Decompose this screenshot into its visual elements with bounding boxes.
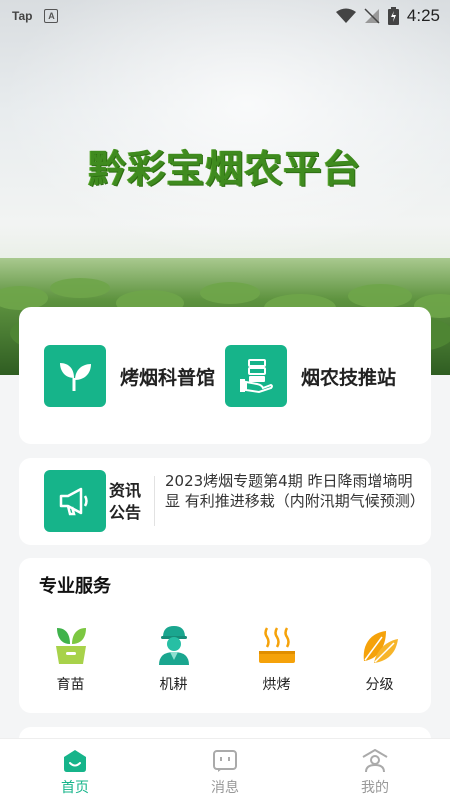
notice-label: 资讯公告 [109,481,142,522]
bottom-navigation: 首页 消息 我的 [0,738,450,801]
home-icon [64,750,86,772]
megaphone-icon [44,470,106,532]
message-icon [213,750,237,772]
status-bar: Tap A 4:25 [0,0,450,32]
tab-home[interactable]: 首页 [0,739,150,801]
service-seedling[interactable]: 育苗 [19,624,122,694]
hand-server-icon [225,345,287,407]
service-label: 分级 [365,677,394,693]
tab-messages[interactable]: 消息 [150,739,300,801]
notice-text[interactable]: 2023烤烟专题第4期 昨日降雨增墒明显 有利推进移栽（内附汛期气候预测） [165,471,425,511]
service-machine-tilling[interactable]: 机耕 [122,624,225,694]
tab-profile[interactable]: 我的 [300,739,450,801]
status-app-label: Tap [12,9,33,23]
status-time: 4:25 [406,6,440,25]
service-label: 育苗 [56,677,85,693]
feature-card: 烤烟科普馆 烟农技推站 [19,307,431,444]
heater-icon [256,624,298,666]
seedling-pot-icon [50,624,92,666]
sprout-icon [44,345,106,407]
section-title: 专业服务 [39,576,111,597]
feature-label: 烟农技推站 [301,366,397,389]
accessibility-a-icon: A [44,9,59,23]
feature-science-museum[interactable]: 烤烟科普馆 [44,345,215,407]
tab-label: 消息 [211,780,239,796]
notice-card[interactable]: 资讯公告 2023烤烟专题第4期 昨日降雨增墒明显 有利推进移栽（内附汛期气候预… [19,458,431,545]
battery-charging-icon [387,7,399,25]
platform-title: 黔彩宝烟农平台 [88,147,362,191]
services-card: 专业服务 育苗 机耕 烘烤 分级 [19,558,431,713]
leaves-icon [359,624,401,666]
profile-icon [362,749,388,773]
feature-label: 烤烟科普馆 [120,366,216,389]
wifi-icon [335,8,356,23]
tab-label: 首页 [61,780,89,796]
service-grading[interactable]: 分级 [328,624,431,694]
service-label: 机耕 [159,677,188,693]
worker-icon [153,624,195,666]
service-label: 烘烤 [262,677,291,693]
service-curing[interactable]: 烘烤 [225,624,328,694]
feature-tech-station[interactable]: 烟农技推站 [225,345,396,407]
divider [154,476,155,526]
no-signal-icon [364,8,380,24]
tab-label: 我的 [361,780,389,796]
